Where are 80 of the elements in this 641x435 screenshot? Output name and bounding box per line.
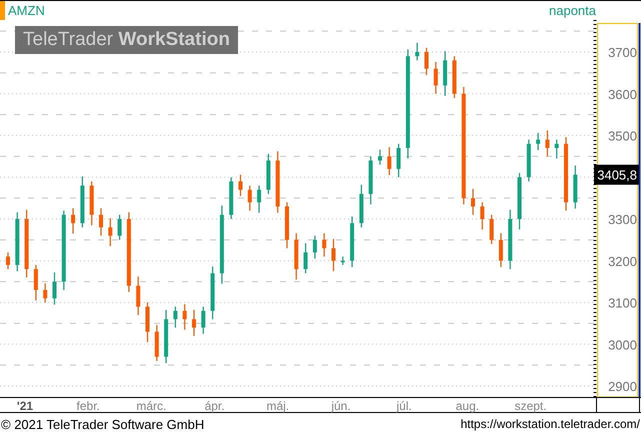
y-axis-label: 3100 [608,296,637,310]
candle [146,302,150,342]
candle [182,304,187,330]
candle [118,214,122,240]
candle [294,233,298,280]
last-price-label: 3405,8 [594,164,639,185]
x-axis-label: jún. [331,399,351,413]
y-axis-label: 3500 [608,128,637,144]
candle [396,144,401,178]
candle [238,174,242,196]
candle [154,325,159,361]
candle [192,310,196,336]
candle [350,216,354,267]
candle [332,239,336,272]
candle [452,56,456,98]
candle [24,210,29,278]
logo: TeleTrader WorkStation [15,26,238,54]
candle [498,233,503,267]
candle [80,176,84,228]
candle [378,150,382,165]
candle [43,283,48,302]
candle [387,147,392,176]
candle [434,62,438,94]
candle [257,186,262,213]
candle [276,151,280,213]
candle [415,42,420,60]
y-axis-label: 3600 [608,86,637,102]
candle [480,202,484,230]
candle [71,208,76,234]
candle [526,140,531,182]
candle [340,256,345,265]
interval-label: naponta [549,3,596,18]
y-axis-label: 3700 [608,45,637,60]
y-axis-label: 3200 [608,254,637,269]
candle [136,276,140,316]
candle [312,236,317,259]
candle [554,140,559,158]
candle [34,264,38,300]
x-axis-label: '21 [16,399,34,413]
symbol-label: AMZN [8,3,45,18]
x-axis-label: márc. [136,399,166,413]
candle [90,181,94,226]
candle [52,272,56,305]
x-axis-label: febr. [76,399,100,413]
candle [266,154,270,194]
candle [201,306,206,334]
x-axis-label: máj. [266,399,290,413]
candle [368,156,373,204]
candle [490,214,494,244]
candle [229,177,234,219]
candle [164,310,168,364]
candle [6,252,10,270]
candle [545,130,550,156]
y-axis-label: 2900 [608,379,637,394]
x-axis-label: szept. [514,399,547,413]
candle [443,51,448,96]
x-axis-label: aug. [456,399,480,413]
candle [508,210,512,270]
candle [536,133,540,150]
candle [173,306,178,328]
candle [15,212,20,272]
url-text: https://workstation.teletrader.com/ [460,417,640,431]
candle [248,186,252,211]
candle [210,266,215,320]
candle [573,166,578,209]
candle [304,243,308,274]
y-axis-label: 3300 [608,212,637,227]
x-axis-label: ápr. [204,399,225,413]
copyright-text: © 2021 TeleTrader Software GmbH [1,416,204,432]
candle [99,208,103,236]
candle [424,48,428,75]
candle [108,218,112,246]
candle [359,184,364,228]
candle [471,188,475,215]
candle [518,173,522,230]
symbol-marker [0,1,5,20]
candle [285,202,289,248]
candle [322,233,326,257]
x-axis-label: júl. [396,399,412,413]
y-axis-label: 3000 [608,337,637,352]
